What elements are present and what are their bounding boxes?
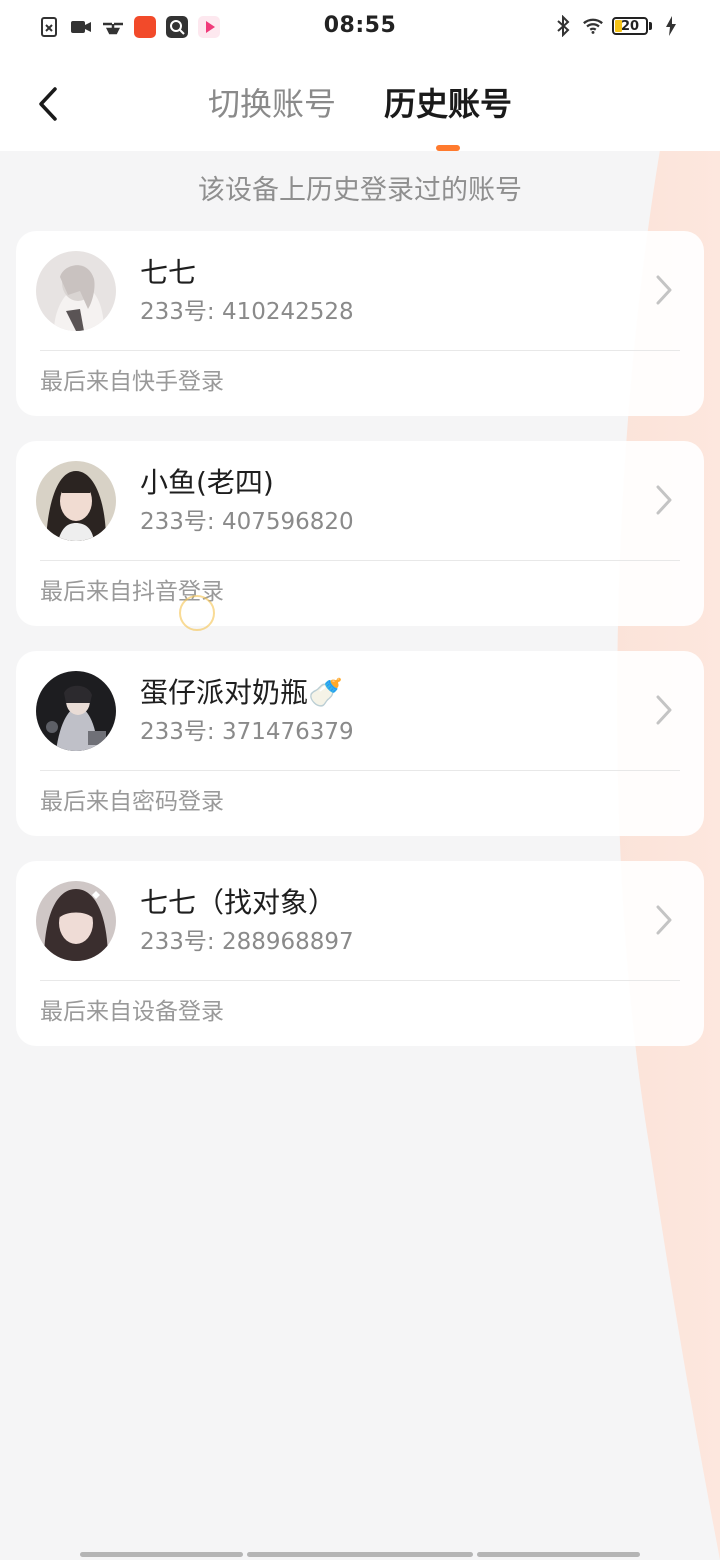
main-content: 该设备上历史登录过的账号 七七 233号: 410242528 最后来自快手登录 [0, 151, 720, 1046]
gesture-segment [477, 1552, 640, 1557]
chevron-right-icon [656, 485, 672, 515]
divider [40, 980, 680, 981]
avatar [36, 251, 116, 331]
chevron-right-icon [656, 905, 672, 935]
login-source: 最后来自设备登录 [40, 999, 224, 1025]
battery-level: 20 [620, 18, 640, 34]
gesture-bar [80, 1552, 640, 1558]
status-bar: 08:55 20 [0, 0, 720, 56]
tab-switch-account[interactable]: 切换账号 [208, 82, 336, 126]
avatar [36, 881, 116, 961]
avatar [36, 671, 116, 751]
account-card[interactable]: 七七 233号: 410242528 最后来自快手登录 [16, 231, 704, 416]
section-subtitle: 该设备上历史登录过的账号 [198, 175, 522, 206]
active-tab-indicator [436, 145, 460, 151]
account-card[interactable]: 七七（找对象） 233号: 288968897 最后来自设备登录 [16, 861, 704, 1046]
account-id: 233号: 288968897 [140, 929, 354, 955]
login-source: 最后来自密码登录 [40, 789, 224, 815]
chevron-right-icon [656, 695, 672, 725]
bluetooth-icon [552, 15, 574, 37]
top-nav: 切换账号 历史账号 [0, 56, 720, 151]
charging-icon [660, 15, 682, 37]
avatar [36, 461, 116, 541]
battery-icon: 20 [612, 17, 648, 35]
account-card[interactable]: 蛋仔派对奶瓶🍼 233号: 371476379 最后来自密码登录 [16, 651, 704, 836]
account-list: 七七 233号: 410242528 最后来自快手登录 小鱼(老四) 233号:… [16, 231, 704, 1071]
account-name: 小鱼(老四) [140, 466, 274, 499]
divider [40, 770, 680, 771]
battery-cap [649, 22, 652, 30]
account-card[interactable]: 小鱼(老四) 233号: 407596820 最后来自抖音登录 [16, 441, 704, 626]
tab-history-account[interactable]: 历史账号 [384, 82, 512, 126]
back-button[interactable] [24, 78, 72, 130]
account-name: 七七 [140, 256, 197, 289]
wifi-icon [582, 15, 604, 37]
account-id: 233号: 410242528 [140, 299, 354, 325]
divider [40, 560, 680, 561]
back-arrow-icon [39, 87, 57, 121]
system-icons: 20 [552, 15, 682, 37]
gesture-segment [247, 1552, 473, 1557]
account-name: 蛋仔派对奶瓶🍼 [140, 676, 343, 709]
divider [40, 350, 680, 351]
chevron-right-icon [656, 275, 672, 305]
account-id: 233号: 407596820 [140, 509, 354, 535]
gesture-segment [80, 1552, 243, 1557]
login-source: 最后来自快手登录 [40, 369, 224, 395]
account-name: 七七（找对象） [140, 886, 337, 919]
touch-indicator [179, 595, 215, 631]
account-id: 233号: 371476379 [140, 719, 354, 745]
